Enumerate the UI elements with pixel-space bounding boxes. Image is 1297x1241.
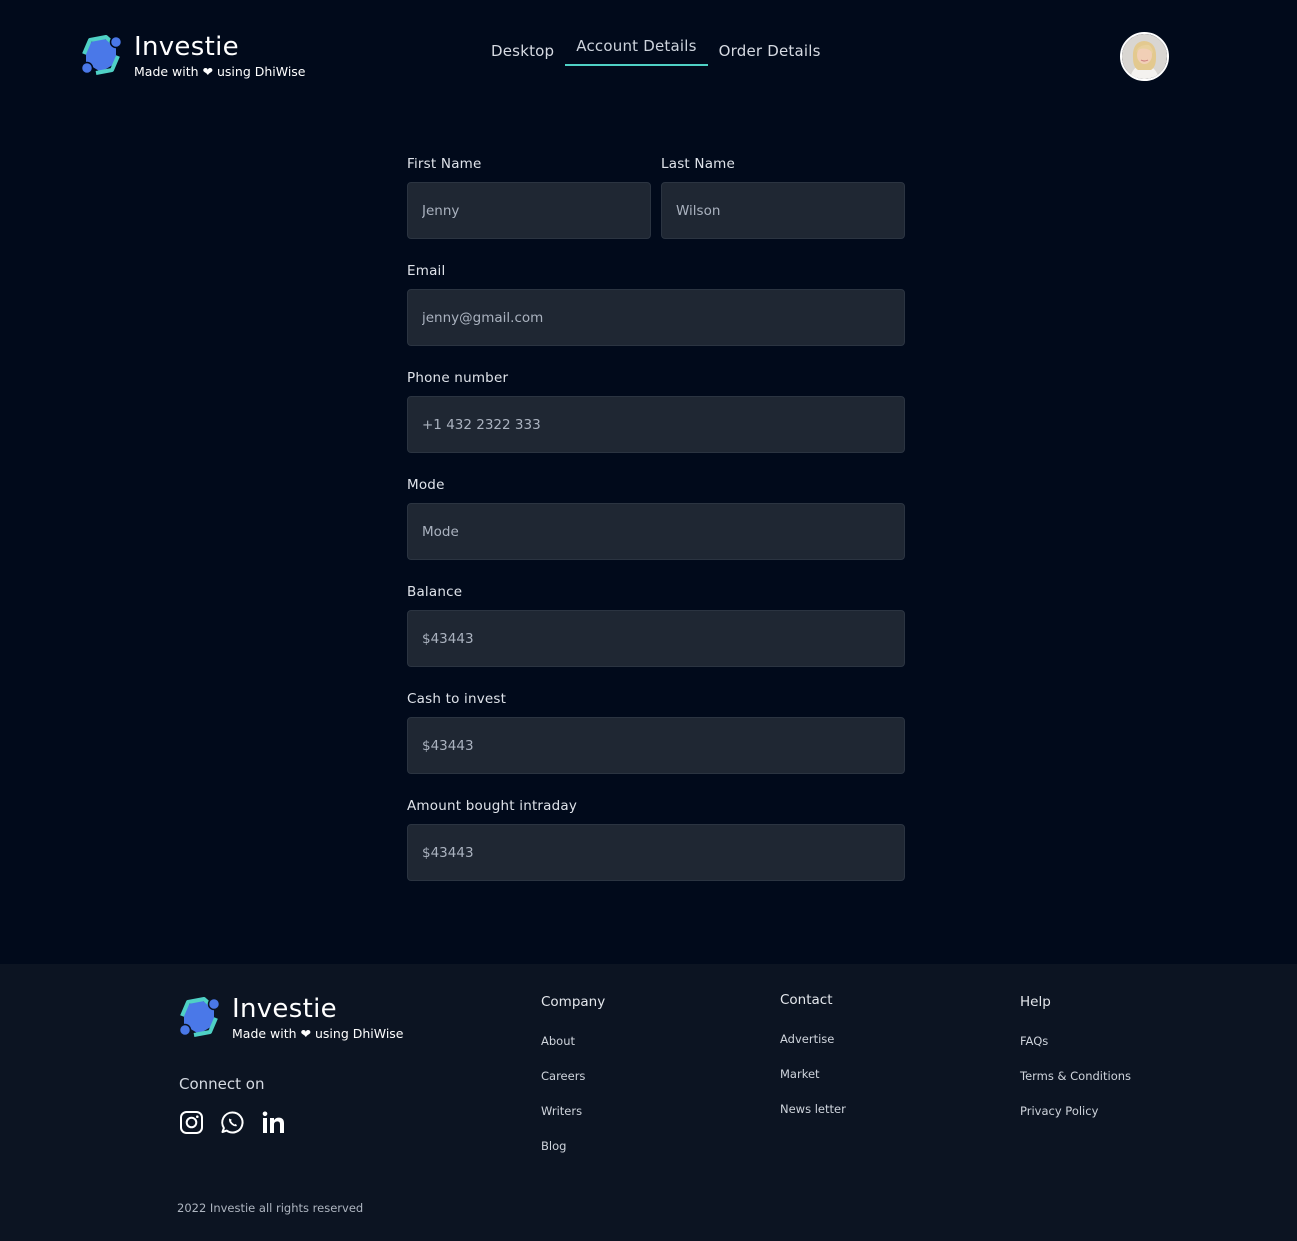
footer-help-column: Help FAQs Terms & Conditions Privacy Pol… [1020,994,1131,1139]
last-name-input[interactable] [661,182,905,239]
linkedin-icon[interactable] [261,1110,286,1135]
mode-field[interactable] [407,503,905,560]
account-details-form: First Name Last Name Email Phone number … [407,156,905,905]
user-avatar[interactable] [1120,32,1169,81]
footer-company-column: Company About Careers Writers Blog [541,994,605,1174]
footer-brand-name: Investie [232,994,337,1024]
cash-to-invest-label: Cash to invest [407,691,507,707]
amount-intraday-field[interactable] [407,824,905,881]
header-logo[interactable]: Investie Made with ❤ using DhiWise [78,32,306,80]
amount-intraday-label: Amount bought intraday [407,798,578,814]
investie-logo-icon [178,997,221,1037]
brand-tagline: Made with ❤ using DhiWise [134,64,306,79]
footer: Investie Made with ❤ using DhiWise Conne… [0,964,1297,1241]
avatar-image [1122,34,1167,79]
email-label: Email [407,263,446,279]
tab-order-details[interactable]: Order Details [708,38,832,71]
help-heading: Help [1020,994,1051,1010]
investie-logo-icon [80,35,123,75]
footer-link-about[interactable]: About [541,1034,605,1048]
balance-field[interactable] [407,610,905,667]
footer-contact-column: Contact Advertise Market News letter [780,992,846,1137]
footer-link-newsletter[interactable]: News letter [780,1102,846,1116]
email-field[interactable] [407,289,905,346]
cash-to-invest-field[interactable] [407,717,905,774]
main-nav: Desktop Account Details Order Details [480,37,832,71]
instagram-icon[interactable] [179,1110,204,1135]
contact-heading: Contact [780,992,833,1008]
footer-brand-tagline: Made with ❤ using DhiWise [232,1026,404,1041]
tab-desktop[interactable]: Desktop [480,38,565,71]
first-name-label: First Name [407,156,482,172]
balance-label: Balance [407,584,463,600]
phone-label: Phone number [407,370,509,386]
phone-field[interactable] [407,396,905,453]
whatsapp-icon[interactable] [220,1110,245,1135]
tab-account-details[interactable]: Account Details [565,33,708,66]
footer-link-blog[interactable]: Blog [541,1139,605,1153]
brand-name: Investie [134,32,239,62]
footer-logo[interactable]: Investie Made with ❤ using DhiWise [176,994,404,1042]
footer-link-terms[interactable]: Terms & Conditions [1020,1069,1131,1083]
footer-link-market[interactable]: Market [780,1067,846,1081]
footer-link-faqs[interactable]: FAQs [1020,1034,1131,1048]
company-heading: Company [541,994,606,1010]
mode-label: Mode [407,477,445,493]
first-name-input[interactable] [407,182,651,239]
footer-link-careers[interactable]: Careers [541,1069,605,1083]
copyright-text: 2022 Investie all rights reserved [177,1201,364,1215]
last-name-label: Last Name [661,156,736,172]
social-links [179,1110,286,1135]
footer-link-advertise[interactable]: Advertise [780,1032,846,1046]
footer-link-writers[interactable]: Writers [541,1104,605,1118]
connect-on-label: Connect on [179,1075,265,1093]
footer-link-privacy[interactable]: Privacy Policy [1020,1104,1131,1118]
